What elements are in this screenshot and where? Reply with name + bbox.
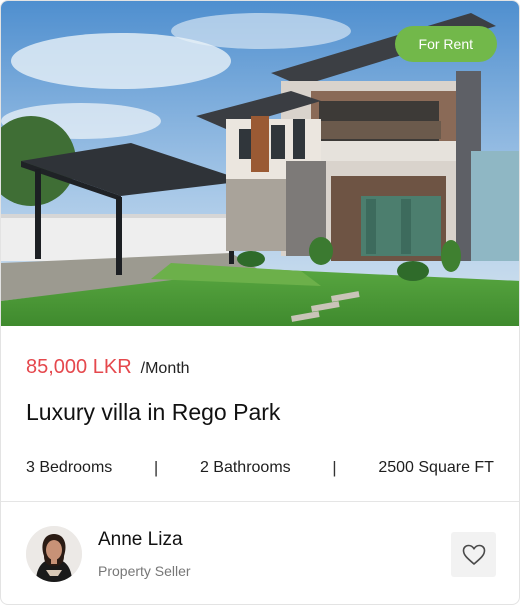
price-row: 85,000 LKR /Month (26, 356, 190, 379)
feature-separator: | (332, 458, 337, 477)
feature-bathrooms: 2 Bathrooms (199, 459, 291, 476)
listing-title[interactable]: Luxury villa in Rego Park (26, 399, 280, 426)
price: 85,000 LKR (26, 356, 132, 378)
favorite-button[interactable] (451, 532, 496, 577)
feature-separator: | (153, 458, 159, 477)
heart-icon (462, 544, 485, 565)
price-period: /Month (140, 360, 190, 377)
for-rent-badge: For Rent (394, 26, 497, 62)
property-photo[interactable]: For Rent (1, 1, 519, 326)
seller-role: Property Seller (98, 563, 191, 579)
feature-area: 2500 Square FT (378, 459, 494, 476)
divider (1, 501, 519, 502)
avatar[interactable] (26, 526, 82, 582)
property-card[interactable]: For Rent 85,000 LKR /Month Luxury villa … (0, 0, 520, 605)
feature-bedrooms: 3 Bedrooms (26, 459, 113, 476)
seller-name[interactable]: Anne Liza (98, 529, 183, 551)
features-row: 3 Bedrooms | 2 Bathrooms | 2500 Square F… (26, 458, 494, 478)
